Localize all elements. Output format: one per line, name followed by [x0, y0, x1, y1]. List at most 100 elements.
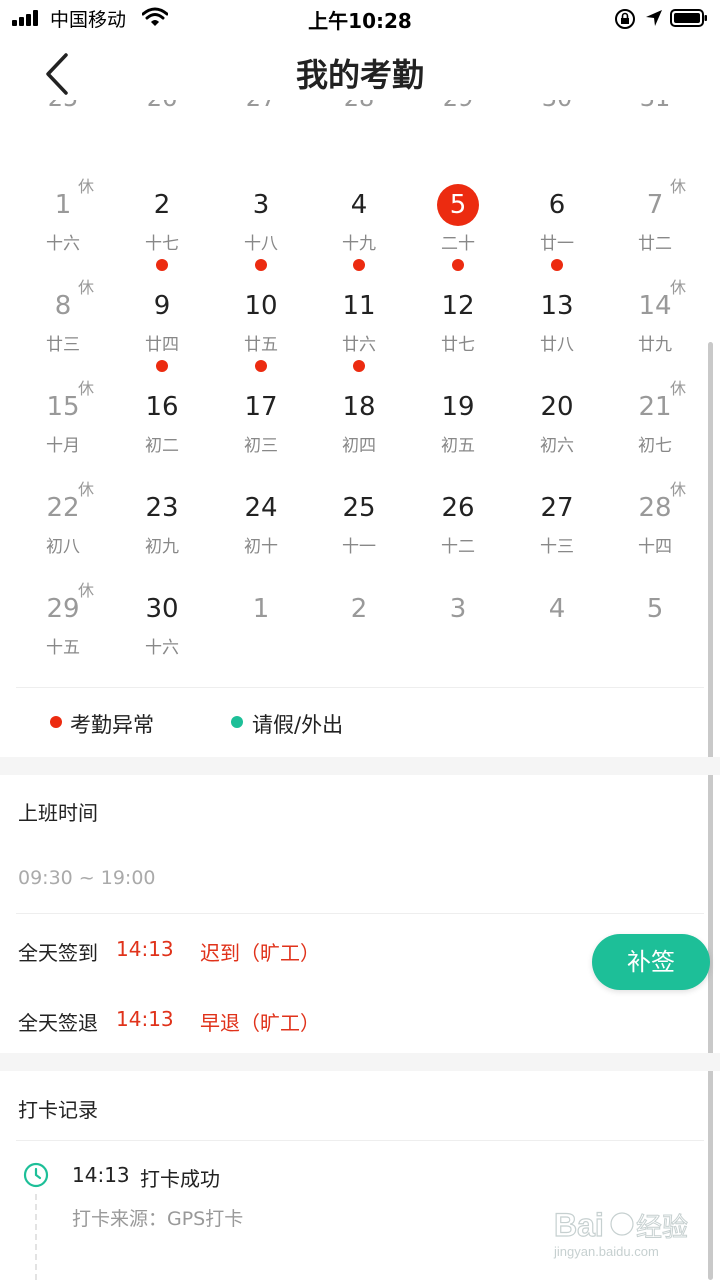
- day-number: 29: [14, 589, 112, 629]
- lunar-date: 十七: [145, 234, 179, 254]
- day-number-text: 4: [350, 190, 368, 220]
- calendar-day-cell[interactable]: 11 廿六: [310, 286, 408, 386]
- day-number-text: 29: [46, 594, 80, 624]
- calendar-day-cell[interactable]: 30 十六: [113, 589, 211, 689]
- calendar-day-cell[interactable]: 16 初二: [113, 387, 211, 487]
- lunar-date: 十一: [342, 537, 376, 557]
- lunar-date: 十六: [46, 234, 80, 254]
- resign-button[interactable]: 补签: [592, 934, 710, 990]
- calendar-day-cell[interactable]: 28 十四 休: [606, 480, 704, 588]
- day-number-text: 24: [244, 493, 278, 523]
- day-number-text: 21: [638, 392, 672, 422]
- legend-leave: 请假/外出: [252, 713, 344, 737]
- section-gap: [0, 1053, 720, 1071]
- rest-day-badge: 休: [78, 581, 95, 600]
- abnormal-dot-icon: [452, 259, 464, 271]
- day-number: 5: [409, 185, 507, 225]
- status-bar: 中国移动 上午10:28: [0, 0, 720, 36]
- day-number: 14: [606, 286, 704, 326]
- abnormal-dot-icon: [156, 259, 168, 271]
- checkin-label: 全天签到: [18, 941, 98, 965]
- day-number: 9: [113, 286, 211, 326]
- legend-abnormal: 考勤异常: [70, 713, 154, 737]
- calendar-day-cell[interactable]: 23 初九: [113, 488, 211, 588]
- calendar-day-cell[interactable]: 22 初八 休: [14, 480, 112, 588]
- day-number: 1: [14, 185, 112, 225]
- abnormal-dot-icon: [353, 360, 365, 372]
- svg-text:经验: 经验: [636, 1213, 688, 1243]
- calendar-day-cell[interactable]: 7 廿二 休: [606, 177, 704, 285]
- day-number-text: 25: [342, 493, 376, 523]
- calendar-day-cell[interactable]: 24 初十: [212, 488, 310, 588]
- day-number-text: 1: [252, 594, 270, 624]
- calendar-cut-day: 26: [113, 100, 211, 112]
- rest-day-badge: 休: [78, 480, 95, 499]
- leave-dot-icon: [231, 716, 243, 728]
- rest-day-badge: 休: [670, 379, 687, 398]
- lunar-date: 廿三: [46, 335, 80, 355]
- day-number-text: 5: [646, 594, 664, 624]
- calendar-day-cell[interactable]: 13 廿八: [508, 286, 606, 386]
- calendar-day-cell[interactable]: 4: [508, 589, 606, 689]
- calendar-day-cell[interactable]: 5: [606, 589, 704, 689]
- lunar-date: 初十: [244, 537, 278, 557]
- calendar-day-cell[interactable]: 26 十二: [409, 488, 507, 588]
- calendar-day-cell[interactable]: 19 初五: [409, 387, 507, 487]
- calendar-previous-row: 25 26 27 28 29 30 31: [0, 100, 720, 118]
- calendar-day-cell[interactable]: 5 二十: [409, 184, 507, 285]
- day-number: 25: [310, 488, 408, 528]
- day-number: 10: [212, 286, 310, 326]
- day-number-text: 23: [145, 493, 179, 523]
- lunar-date: 十五: [46, 638, 80, 658]
- day-number: 11: [310, 286, 408, 326]
- lunar-date: 十二: [441, 537, 475, 557]
- scrollbar[interactable]: [708, 342, 713, 1280]
- calendar-day-cell[interactable]: 21 初七 休: [606, 379, 704, 487]
- calendar-day-cell[interactable]: 12 廿七: [409, 286, 507, 386]
- checkout-status: 早退（旷工）: [200, 1011, 320, 1035]
- day-number-text: 26: [441, 493, 475, 523]
- day-number: 2: [310, 589, 408, 629]
- day-number-text: 4: [548, 594, 566, 624]
- day-number: 5: [606, 589, 704, 629]
- calendar-day-cell[interactable]: 18 初四: [310, 387, 408, 487]
- day-number-text: 3: [252, 190, 270, 220]
- calendar-day-cell[interactable]: 27 十三: [508, 488, 606, 588]
- day-number-text: 2: [153, 190, 171, 220]
- calendar-grid: 1 十六休 2 十七 3 十八 4 十九 5 二十 6 廿一 7 廿二休 8 廿三休 9 廿四 10 廿五 11 廿六 12…: [0, 177, 720, 665]
- day-number-text: 18: [342, 392, 376, 422]
- day-number: 1: [212, 589, 310, 629]
- calendar-day-cell[interactable]: 1: [212, 589, 310, 689]
- lunar-date: 初六: [540, 436, 574, 456]
- calendar-day-cell[interactable]: 3: [409, 589, 507, 689]
- calendar-day-cell[interactable]: 17 初三: [212, 387, 310, 487]
- calendar-day-cell[interactable]: 4 十九: [310, 185, 408, 285]
- calendar-day-cell[interactable]: 20 初六: [508, 387, 606, 487]
- calendar-day-cell[interactable]: 8 廿三 休: [14, 278, 112, 386]
- calendar-day-cell[interactable]: 9 廿四: [113, 286, 211, 386]
- day-number-text: 9: [153, 291, 171, 321]
- divider: [16, 1140, 704, 1141]
- day-number: 17: [212, 387, 310, 427]
- calendar-day-cell[interactable]: 2 十七: [113, 185, 211, 285]
- calendar-day-cell[interactable]: 25 十一: [310, 488, 408, 588]
- day-number: 8: [14, 286, 112, 326]
- calendar-day-cell[interactable]: 10 廿五: [212, 286, 310, 386]
- calendar-day-cell[interactable]: 1 十六 休: [14, 177, 112, 285]
- calendar-day-cell[interactable]: 15 十月 休: [14, 379, 112, 487]
- calendar-day-cell[interactable]: 6 廿一: [508, 185, 606, 285]
- calendar-cut-day: 27: [212, 100, 310, 112]
- calendar-day-cell[interactable]: 2: [310, 589, 408, 689]
- day-number-text: 7: [646, 190, 664, 220]
- day-number: 27: [508, 488, 606, 528]
- calendar-day-cell[interactable]: 29 十五 休: [14, 581, 112, 689]
- location-arrow-icon: [646, 10, 662, 26]
- day-number-text: 5: [449, 190, 467, 220]
- lunar-date: 十月: [46, 436, 80, 456]
- day-number-text: 10: [244, 291, 278, 321]
- day-number-text: 16: [145, 392, 179, 422]
- calendar-day-cell[interactable]: 14 廿九 休: [606, 278, 704, 386]
- day-number: 20: [508, 387, 606, 427]
- svg-text:Bai: Bai: [554, 1207, 604, 1243]
- calendar-day-cell[interactable]: 3 十八: [212, 185, 310, 285]
